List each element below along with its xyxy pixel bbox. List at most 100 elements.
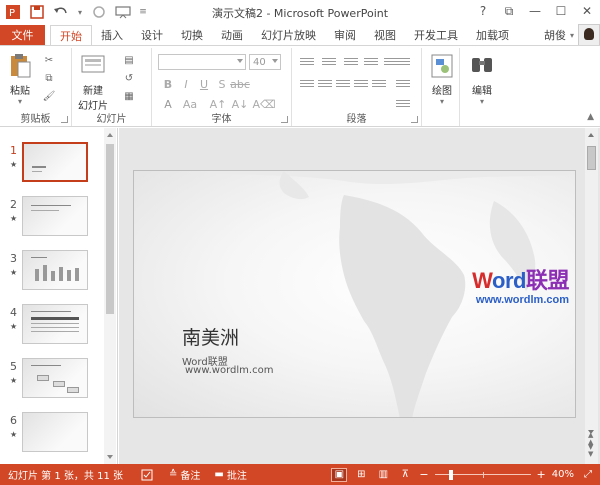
spelling-check-icon[interactable] [141,469,153,481]
scrollbar-thumb[interactable] [106,144,114,314]
tab-home[interactable]: 开始 [50,25,92,45]
drawing-dropdown-icon[interactable]: ▾ [440,97,444,106]
title-bar: P ▾ ≡ 演示文稿2 - Microsoft PowerPoint ? ⧉ —… [0,0,600,25]
reset-icon[interactable]: ↺ [122,72,136,84]
format-painter-icon[interactable]: 🖌 [42,90,56,102]
next-slide-icon[interactable]: ▼ ▼ [588,444,593,458]
font-name-combobox[interactable] [158,54,246,70]
tab-add-ins[interactable]: 加载项 [467,25,518,45]
zoom-in-icon[interactable]: + [537,468,546,481]
strikethrough-button[interactable]: abc [230,76,250,92]
maximize-button[interactable]: ☐ [548,0,574,22]
font-size-combobox[interactable]: 40 [249,54,281,70]
paragraph-group-label: 段落 [346,114,367,125]
decrease-indent-icon[interactable] [344,58,358,70]
tab-insert[interactable]: 插入 [92,25,132,45]
paste-dropdown-icon[interactable]: ▾ [18,97,22,106]
numbering-icon[interactable] [322,58,336,70]
justify-icon[interactable] [354,80,368,92]
underline-button[interactable]: U [196,76,212,92]
tab-review[interactable]: 审阅 [325,25,365,45]
user-name[interactable]: 胡俊 [544,27,566,43]
slide-title[interactable]: 南美洲 [182,323,239,350]
align-right-icon[interactable] [336,80,350,92]
reading-view-icon[interactable]: ▥ [375,468,391,482]
thumbnail-slide-2[interactable]: 2 ★ [0,196,100,244]
normal-view-icon[interactable]: ▣ [331,467,348,482]
new-slide-button[interactable]: 新建 幻灯片 [78,52,108,112]
paste-button[interactable]: 粘贴 ▾ [6,52,34,106]
zoom-slider-knob[interactable] [448,469,453,480]
font-dialog-launcher[interactable] [281,116,288,123]
bold-button[interactable]: B [160,76,176,92]
thumbnail-image[interactable] [22,304,88,344]
scroll-up-arrow-icon[interactable] [107,133,113,137]
help-button[interactable]: ? [470,0,496,22]
text-direction-icon[interactable] [396,58,410,70]
slide-sorter-view-icon[interactable]: ⊞ [353,468,369,482]
paragraph-dialog-launcher[interactable] [411,116,418,123]
tab-transitions[interactable]: 切换 [172,25,212,45]
tab-slide-show[interactable]: 幻灯片放映 [252,25,325,45]
columns-icon[interactable] [372,80,386,92]
zoom-level[interactable]: 40% [552,469,574,480]
cut-icon[interactable]: ✂ [42,54,56,66]
minimize-button[interactable]: — [522,0,548,22]
scroll-up-arrow-icon[interactable] [588,133,594,137]
user-account[interactable]: 胡俊 ▾ [544,24,600,46]
new-slide-icon [81,55,105,73]
editing-button[interactable]: 编辑 ▾ [468,52,496,106]
editing-dropdown-icon[interactable]: ▾ [480,97,484,106]
notes-button[interactable]: ≙ 备注 [169,467,200,482]
drawing-button[interactable]: 绘图 ▾ [428,52,456,106]
tab-file[interactable]: 文件 [0,25,45,45]
align-left-icon[interactable] [300,80,314,92]
section-icon[interactable]: ▦ [122,90,136,102]
user-dropdown-icon[interactable]: ▾ [570,31,574,40]
zoom-out-icon[interactable]: − [419,468,428,481]
zoom-slider[interactable] [434,468,531,482]
thumbnail-slide-3[interactable]: 3 ★ [0,250,100,298]
copy-icon[interactable]: ⧉ [42,72,56,84]
thumbnail-slide-6[interactable]: 6 ★ [0,412,100,460]
tab-animations[interactable]: 动画 [212,25,252,45]
collapse-ribbon-icon[interactable]: ▲ [587,112,594,122]
slide-show-view-icon[interactable]: ⊼ [397,468,413,482]
slide-url-text[interactable]: www.wordlm.com [185,365,273,376]
slides-group-label: 幻灯片 [96,114,127,125]
thumbnail-slide-5[interactable]: 5 ★ [0,358,100,406]
thumbnail-slide-4[interactable]: 4 ★ [0,304,100,352]
thumbnails-scrollbar[interactable] [104,128,116,464]
fit-to-window-icon[interactable]: ⤢ [580,468,596,482]
slide-vertical-scrollbar[interactable]: ▲ ▲ ▼ ▼ [585,128,598,464]
thumbnail-image[interactable] [22,358,88,398]
ribbon-display-options-button[interactable]: ⧉ [496,0,522,22]
thumbnail-number: 3 [10,252,17,265]
scrollbar-thumb[interactable] [587,146,596,170]
current-slide[interactable]: 南美洲 Word联盟 www.wordlm.com Word联盟 www.wor… [133,170,576,418]
increase-indent-icon[interactable] [364,58,378,70]
thumbnail-number: 1 [10,144,17,157]
tab-view[interactable]: 视图 [365,25,405,45]
thumbnail-image[interactable] [22,250,88,290]
thumbnail-image[interactable] [22,196,88,236]
align-text-icon[interactable] [396,80,410,92]
shadow-button[interactable]: S [214,76,230,92]
align-center-icon[interactable] [318,80,332,92]
layout-icon[interactable]: ▤ [122,54,136,66]
close-button[interactable]: ✕ [574,0,600,22]
bullets-icon[interactable] [300,58,314,70]
thumbnail-slide-1[interactable]: 1 ★ [0,142,100,190]
scroll-down-arrow-icon[interactable] [107,455,113,459]
thumbnail-image[interactable] [22,142,88,182]
italic-button[interactable]: I [178,76,194,92]
slide-count-status: 幻灯片 第 1 张，共 11 张 [8,471,123,482]
watermark-url: www.wordlm.com [475,294,569,306]
comments-button[interactable]: ▬ 批注 [214,467,246,482]
clipboard-dialog-launcher[interactable] [61,116,68,123]
animation-star-icon: ★ [10,430,18,439]
thumbnail-image[interactable] [22,412,88,452]
avatar[interactable] [578,24,600,46]
tab-design[interactable]: 设计 [132,25,172,45]
tab-developer[interactable]: 开发工具 [405,25,467,45]
